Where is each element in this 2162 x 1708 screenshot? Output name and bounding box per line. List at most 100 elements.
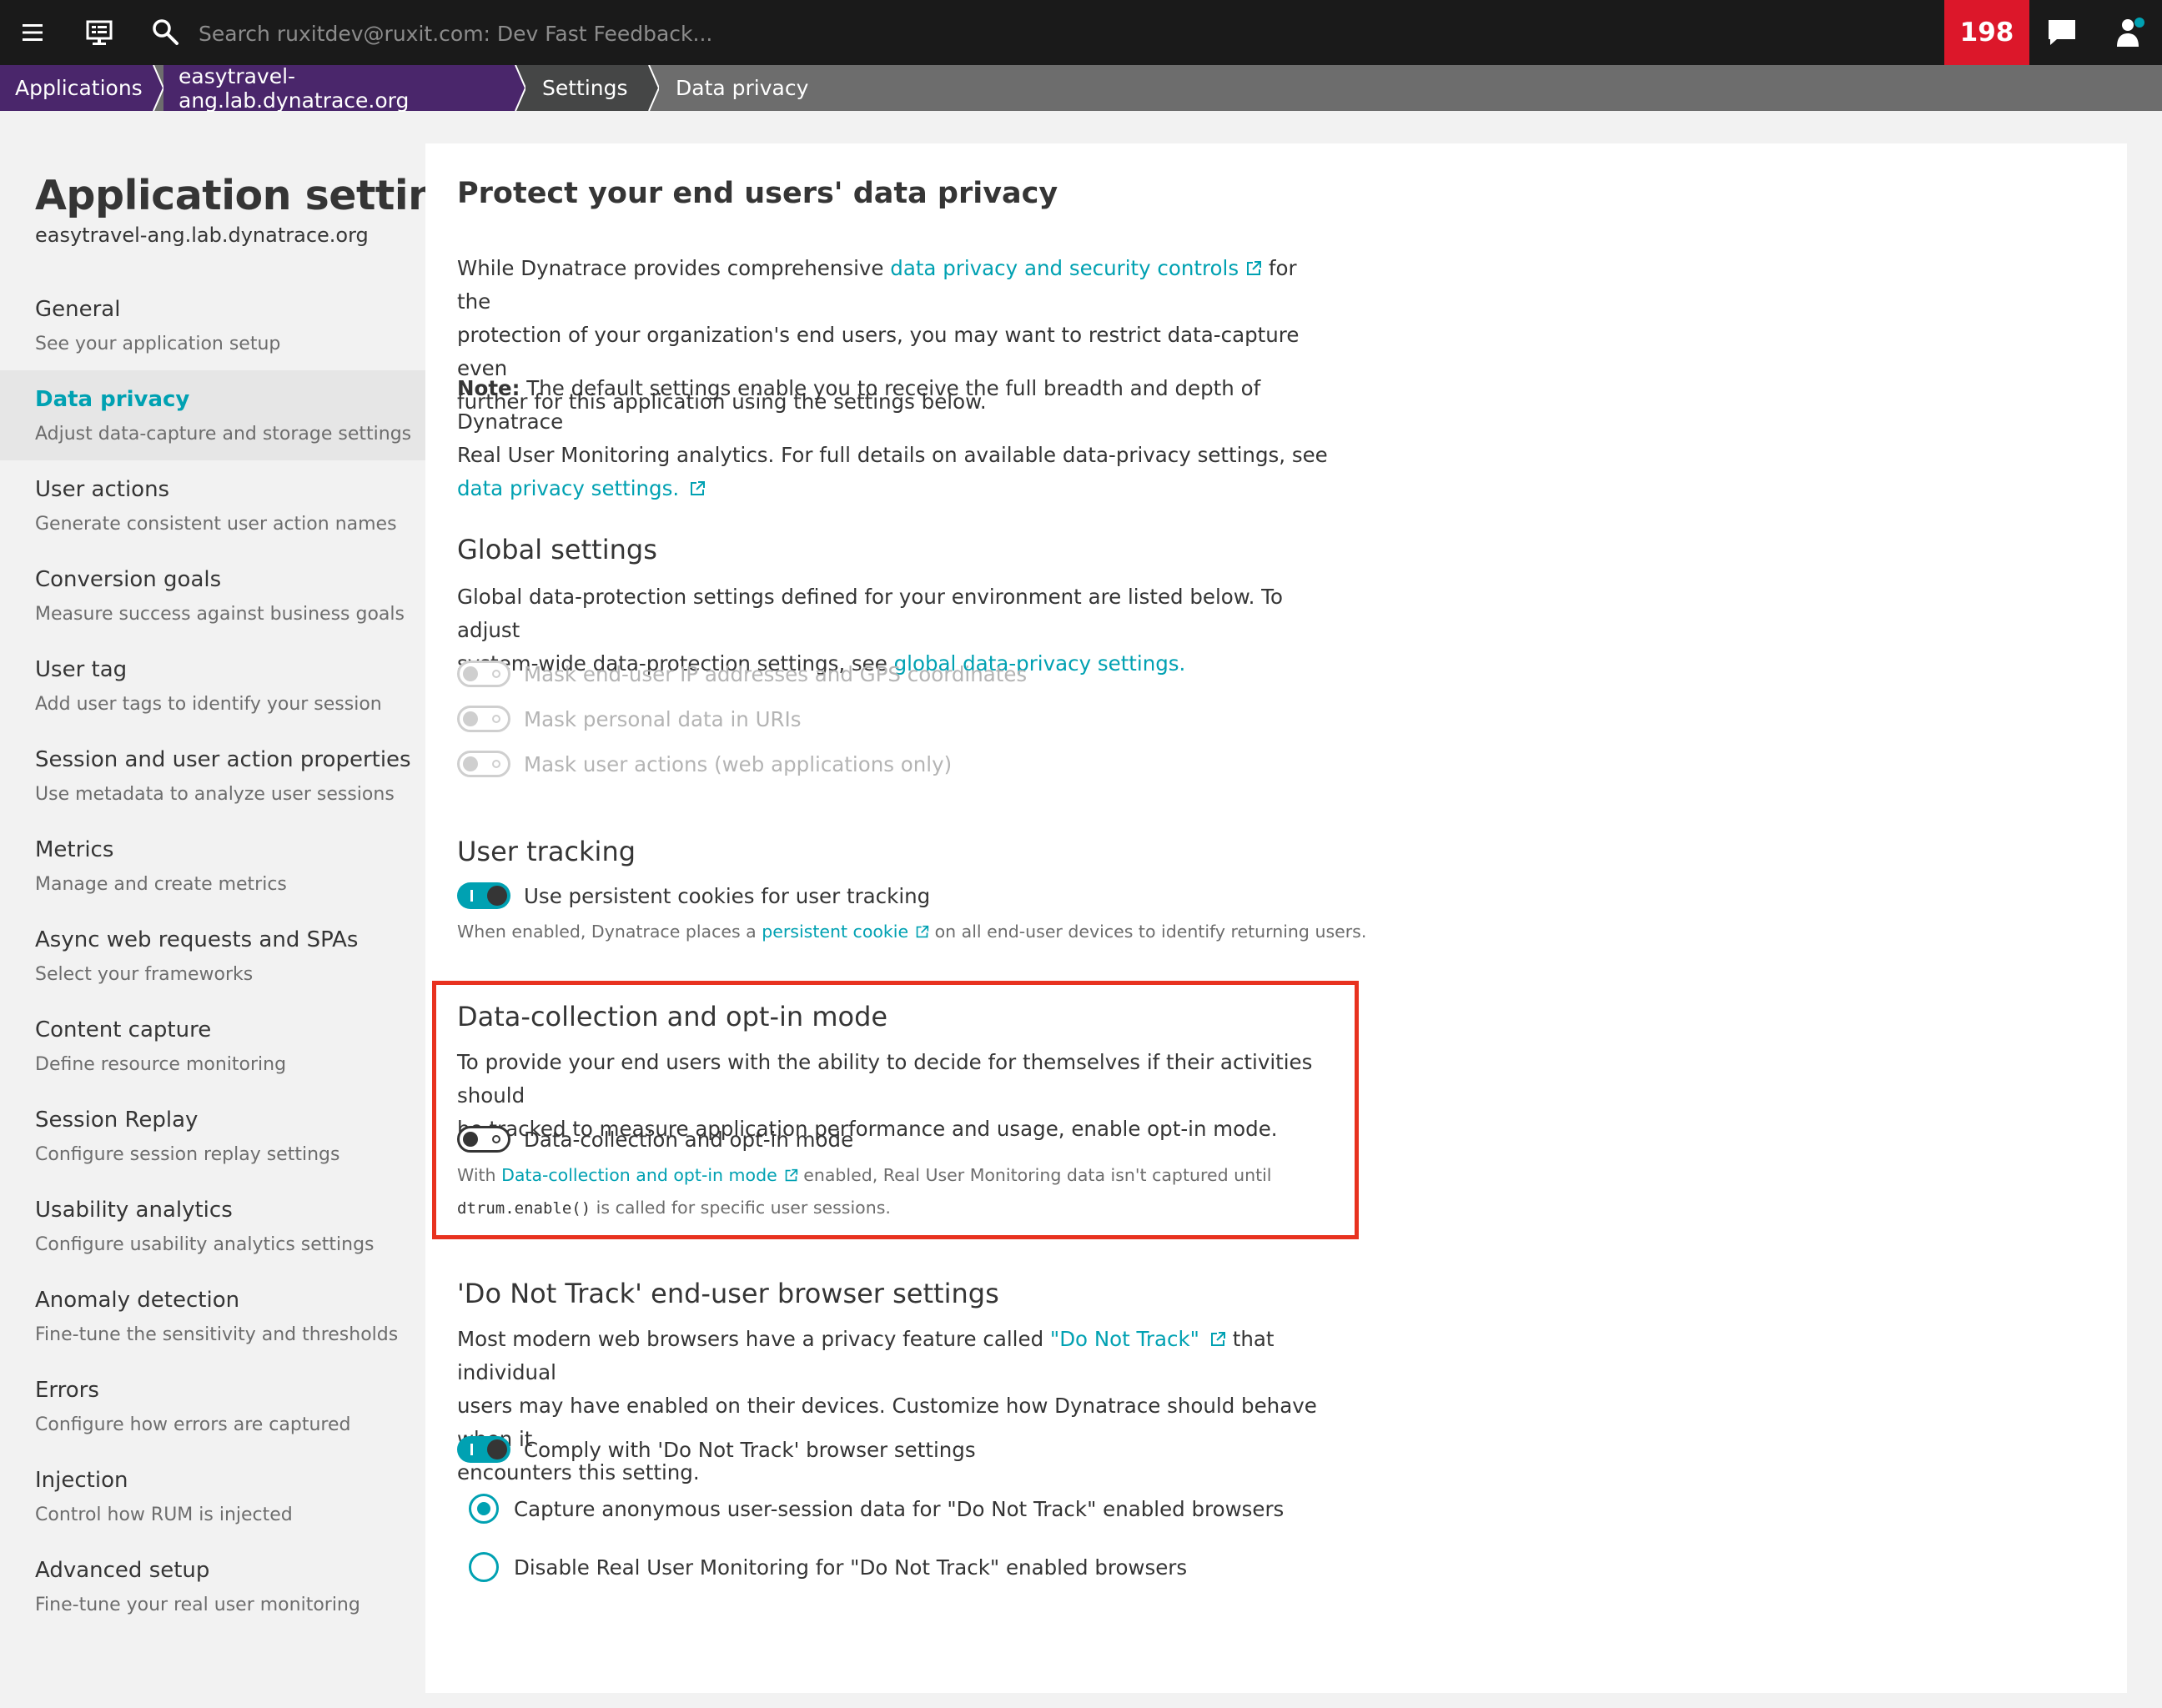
chat-icon[interactable]	[2047, 18, 2077, 47]
global-text-part: Global data-protection settings defined …	[457, 585, 1283, 642]
sidebar-item-desc: Configure how errors are captured	[35, 1414, 351, 1435]
persistent-cookie-link[interactable]: persistent cookie	[762, 922, 929, 942]
persistent-cookie-hint: When enabled, Dynatrace places a persist…	[457, 919, 1366, 944]
sidebar-item-label: Usability analytics	[35, 1198, 233, 1223]
breadcrumb-application[interactable]: easytravel-ang.lab.dynatrace.org	[163, 64, 509, 113]
toggle-label: Comply with 'Do Not Track' browser setti…	[524, 1437, 976, 1462]
dnt-text: Most modern web browsers have a privacy …	[457, 1323, 1333, 1489]
sidebar-item-conversion-goals[interactable]: Conversion goals Measure success against…	[0, 550, 425, 640]
sidebar-item-label: Injection	[35, 1468, 128, 1493]
sidebar-item-desc: Control how RUM is injected	[35, 1505, 293, 1525]
problems-badge[interactable]: 198	[1944, 0, 2029, 65]
mask-user-actions-toggle	[457, 751, 510, 777]
optin-hint-line2: dtrum.enable() is called for specific us…	[457, 1195, 891, 1221]
sidebar-item-user-actions[interactable]: User actions Generate consistent user ac…	[0, 460, 425, 550]
hint-part: on all end-user devices to identify retu…	[929, 922, 1367, 942]
global-settings-heading: Global settings	[457, 534, 657, 565]
user-tracking-heading: User tracking	[457, 836, 636, 867]
sidebar-item-label: Errors	[35, 1378, 99, 1403]
sidebar-item-errors[interactable]: Errors Configure how errors are captured	[0, 1361, 425, 1451]
sidebar-item-label: Session Replay	[35, 1108, 199, 1133]
external-link-icon	[1210, 1332, 1225, 1346]
search-icon[interactable]	[150, 17, 180, 47]
sidebar-item-desc: Fine-tune the sensitivity and thresholds	[35, 1324, 399, 1345]
search-input[interactable]	[197, 13, 951, 53]
breadcrumb-separator	[147, 65, 163, 111]
do-not-track-link[interactable]: "Do Not Track"	[1050, 1327, 1226, 1351]
note-text-part: The default settings enable you to recei…	[457, 376, 1261, 434]
sidebar-item-label: Anomaly detection	[35, 1288, 240, 1313]
persistent-cookie-toggle[interactable]	[457, 882, 510, 909]
mask-ip-toggle-row: Mask end-user IP addresses and GPS coord…	[457, 661, 1027, 687]
sidebar-item-label: Data privacy	[35, 387, 190, 412]
note-label: Note:	[457, 376, 520, 400]
sidebar-item-data-privacy[interactable]: Data privacy Adjust data-capture and sto…	[0, 370, 425, 460]
sidebar-item-desc: Define resource monitoring	[35, 1054, 287, 1075]
breadcrumb-label: Settings	[542, 76, 628, 100]
dnt-text-part: encounters this setting.	[457, 1460, 700, 1484]
hint-part: When enabled, Dynatrace places a	[457, 922, 762, 942]
data-privacy-controls-link[interactable]: data privacy and security controls	[890, 256, 1262, 280]
sidebar-item-label: User actions	[35, 477, 170, 502]
optin-toggle[interactable]	[457, 1126, 510, 1153]
breadcrumb-label: Data privacy	[676, 76, 809, 100]
optin-mode-link[interactable]: Data-collection and opt-in mode	[501, 1165, 798, 1185]
radio-label: Capture anonymous user-session data for …	[514, 1496, 1285, 1521]
sidebar-item-label: General	[35, 297, 121, 322]
sidebar-item-injection[interactable]: Injection Control how RUM is injected	[0, 1451, 425, 1541]
persistent-cookie-toggle-row: Use persistent cookies for user tracking	[457, 882, 930, 909]
sidebar-item-session-replay[interactable]: Session Replay Configure session replay …	[0, 1091, 425, 1181]
sidebar-item-label: Metrics	[35, 837, 114, 862]
optin-text-part: To provide your end users with the abili…	[457, 1050, 1313, 1108]
external-link-icon	[1247, 261, 1262, 275]
sidebar-item-session-properties[interactable]: Session and user action properties Use m…	[0, 731, 425, 821]
menu-icon[interactable]	[22, 22, 43, 43]
mask-uri-toggle	[457, 706, 510, 732]
sidebar-item-usability-analytics[interactable]: Usability analytics Configure usability …	[0, 1181, 425, 1271]
breadcrumb-label: Applications	[15, 76, 143, 100]
link-label: "Do Not Track"	[1049, 1327, 1199, 1351]
optin-heading: Data-collection and opt-in mode	[457, 1001, 888, 1032]
breadcrumb-settings[interactable]: Settings	[525, 65, 642, 111]
external-link-icon	[916, 925, 929, 938]
top-bar: 198	[0, 0, 2162, 65]
sidebar-item-desc: Measure success against business goals	[35, 604, 405, 625]
sidebar-item-general[interactable]: General See your application setup	[0, 280, 425, 370]
dnt-disable-radio[interactable]	[469, 1552, 499, 1582]
breadcrumb-applications[interactable]: Applications	[0, 65, 147, 111]
data-privacy-settings-link[interactable]: data privacy settings.	[457, 476, 706, 500]
breadcrumb: Applications easytravel-ang.lab.dynatrac…	[0, 64, 2162, 113]
sidebar-item-content-capture[interactable]: Content capture Define resource monitori…	[0, 1001, 425, 1091]
dnt-radio-disable-row: Disable Real User Monitoring for "Do Not…	[469, 1552, 1187, 1582]
sidebar-item-desc: Configure session replay settings	[35, 1144, 340, 1165]
toggle-label: Use persistent cookies for user tracking	[524, 883, 931, 908]
link-label: data privacy settings.	[457, 476, 680, 500]
sidebar-item-label: Advanced setup	[35, 1558, 210, 1583]
breadcrumb-separator	[642, 65, 659, 111]
sidebar-item-user-tag[interactable]: User tag Add user tags to identify your …	[0, 640, 425, 731]
intro-text-part: While Dynatrace provides comprehensive	[457, 256, 891, 280]
toggle-label: Mask end-user IP addresses and GPS coord…	[524, 661, 1028, 686]
toggle-label: Mask user actions (web applications only…	[524, 751, 953, 776]
radio-label: Disable Real User Monitoring for "Do Not…	[514, 1555, 1188, 1580]
sidebar-item-async-requests[interactable]: Async web requests and SPAs Select your …	[0, 911, 425, 1001]
sidebar-item-desc: See your application setup	[35, 334, 281, 354]
dnt-toggle[interactable]	[457, 1436, 510, 1463]
breadcrumb-separator	[509, 65, 525, 111]
mask-uri-toggle-row: Mask personal data in URIs	[457, 706, 802, 732]
dnt-capture-radio[interactable]	[469, 1494, 499, 1524]
sidebar-title: Application settings	[35, 172, 490, 219]
dnt-toggle-row: Comply with 'Do Not Track' browser setti…	[457, 1436, 976, 1463]
user-icon[interactable]	[2115, 17, 2145, 48]
note-text-part: Real User Monitoring analytics. For full…	[457, 443, 1328, 467]
sidebar-item-desc: Manage and create metrics	[35, 874, 287, 895]
monitor-icon[interactable]	[85, 18, 113, 47]
sidebar-item-metrics[interactable]: Metrics Manage and create metrics	[0, 821, 425, 911]
sidebar-item-advanced-setup[interactable]: Advanced setup Fine-tune your real user …	[0, 1541, 425, 1631]
optin-toggle-row: Data-collection and opt-in mode	[457, 1126, 853, 1153]
sidebar-item-label: Conversion goals	[35, 567, 222, 592]
sidebar-item-label: Session and user action properties	[35, 747, 411, 772]
dnt-text-part: Most modern web browsers have a privacy …	[457, 1327, 1050, 1351]
sidebar-item-anomaly-detection[interactable]: Anomaly detection Fine-tune the sensitiv…	[0, 1271, 425, 1361]
hint-part: With	[457, 1165, 502, 1185]
